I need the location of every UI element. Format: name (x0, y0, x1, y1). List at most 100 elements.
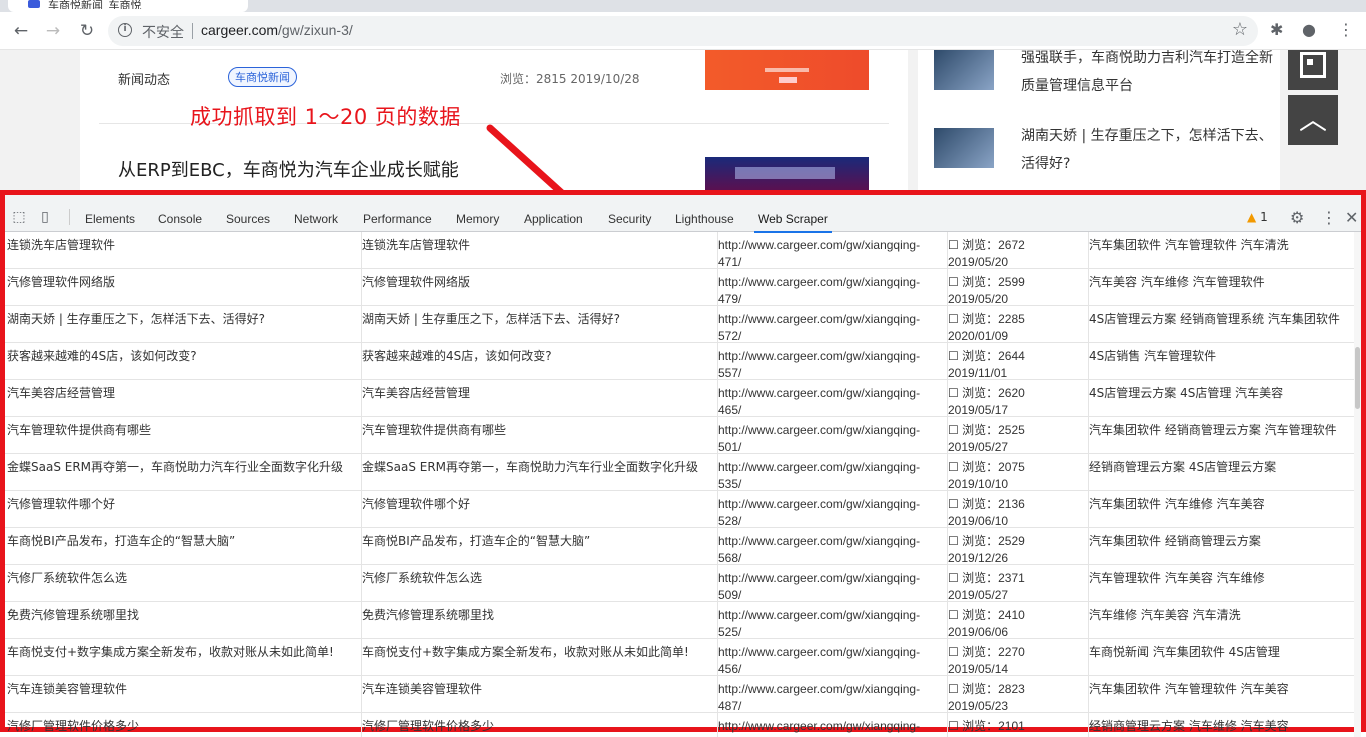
tab-network[interactable]: Network (294, 212, 338, 226)
tab-sources[interactable]: Sources (226, 212, 270, 226)
cell-title-dup: 汽修厂系统软件怎么选 (362, 571, 483, 585)
sidebar-item[interactable]: 湖南天娇 | 生存重压之下，怎样活下去、活得好? (934, 128, 1274, 188)
cell-url: http://www.cargeer.com/gw/xiangqing-487/ (718, 682, 921, 713)
cell-title: 金蝶SaaS ERM再夺第一，车商悦助力汽车行业全面数字化升级 (7, 460, 344, 474)
cell-title-dup: 汽修管理软件网络版 (362, 275, 471, 289)
table-row: 免费汽修管理系统哪里找 免费汽修管理系统哪里找 http://www.cargeer… (5, 602, 1355, 639)
cell-date: 2019/06/10 (948, 514, 1009, 528)
sidebar-item-title[interactable]: 强强联手，车商悦助力吉利汽车打造全新质量管理信息平台 (1021, 50, 1281, 100)
cell-tags: 汽车集团软件 汽车管理软件 汽车清洗 (1089, 238, 1289, 252)
cell-url: http://www.cargeer.com/gw/xiangqing-465/ (718, 386, 921, 417)
sidebar-thumbnail[interactable] (934, 50, 994, 90)
cell-views: ☐ 浏览：2136 (948, 497, 1025, 511)
inspect-element-icon[interactable]: ⬚ (11, 209, 27, 225)
cell-tags: 汽车维修 汽车美容 汽车清洗 (1089, 608, 1241, 622)
news-badge[interactable]: 车商悦新闻 (228, 67, 297, 87)
cell-views-date: ☐ 浏览：2371 2019/05/27 (948, 570, 1078, 604)
cell-title-dup: 汽车连锁美容管理软件 (362, 682, 483, 696)
reload-icon[interactable]: ↻ (76, 20, 98, 42)
qr-code-button[interactable] (1288, 50, 1338, 90)
cell-url: http://www.cargeer.com/gw/xiangqing-509/ (718, 571, 921, 602)
url-text[interactable]: cargeer.com/gw/zixun-3/ (201, 22, 353, 38)
info-icon[interactable]: i (118, 23, 132, 37)
table-row: 汽修厂系统软件怎么选 汽修厂系统软件怎么选 http://www.cargeer.c… (5, 565, 1355, 602)
cell-tags: 4S店管理云方案 经销商管理系统 汽车集团软件 (1089, 312, 1340, 326)
cell-tags: 4S店管理云方案 4S店管理 汽车美容 (1089, 386, 1284, 400)
address-bar[interactable]: i 不安全 cargeer.com/gw/zixun-3/ ☆ (108, 16, 1258, 46)
cell-title: 汽修管理软件网络版 (7, 275, 116, 289)
table-row: 汽车管理软件提供商有哪些 汽车管理软件提供商有哪些 http://www.carge… (5, 417, 1355, 454)
cell-views-date: ☐ 浏览：2620 2019/05/17 (948, 385, 1078, 419)
thumbnail-stage-shape (735, 167, 835, 179)
cell-date: 2019/05/23 (948, 699, 1009, 713)
cell-url: http://www.cargeer.com/gw/xiangqing-572/ (718, 312, 921, 343)
sidebar-item[interactable]: 强强联手，车商悦助力吉利汽车打造全新质量管理信息平台 (934, 50, 1274, 110)
news-thumbnail[interactable] (705, 50, 869, 90)
scraped-data-table: 汽修厂管理软件价格多少 汽修厂管理软件价格多少 http://www.cargeer… (5, 232, 1355, 737)
cell-tags: 汽车集团软件 汽车管理软件 汽车美容 (1089, 682, 1289, 696)
table-scrollbar[interactable] (1354, 232, 1361, 737)
warning-count: 1 (1260, 210, 1268, 224)
cell-tags: 经销商管理云方案 汽车维修 汽车美容 (1089, 719, 1289, 733)
profile-icon[interactable]: ● (1302, 20, 1316, 39)
extensions-icon[interactable]: ✱ (1270, 20, 1283, 39)
cell-title: 获客越来越难的4S店，该如何改变? (7, 349, 197, 363)
cell-views: ☐ 浏览：2101 (948, 719, 1025, 733)
sidebar-item-title[interactable]: 湖南天娇 | 生存重压之下，怎样活下去、活得好? (1021, 122, 1281, 178)
devtools-tabbar: ⬚ ▯ Elements Console Sources Network Per… (5, 195, 1361, 233)
cell-views-date: ☐ 浏览：2101 (948, 718, 1078, 735)
tab-memory[interactable]: Memory (456, 212, 499, 226)
url-path: /gw/zixun-3/ (278, 22, 353, 38)
tab-lighthouse[interactable]: Lighthouse (675, 212, 734, 226)
column-divider (361, 232, 362, 737)
table-row: 车商悦支付+数字集成方案全新发布，收款对账从未如此简单! 车商悦支付+数字集成方案… (5, 639, 1355, 676)
scrollbar-thumb[interactable] (1355, 347, 1360, 409)
menu-icon[interactable]: ⋮ (1338, 20, 1354, 39)
bookmark-star-icon[interactable]: ☆ (1232, 19, 1248, 40)
tab-application[interactable]: Application (524, 212, 583, 226)
thumbnail-caption-bar (765, 68, 809, 72)
tab-security[interactable]: Security (608, 212, 651, 226)
cell-title-dup: 汽修管理软件哪个好 (362, 497, 471, 511)
annotation-text: 成功抓取到 1～20 页的数据 (190, 105, 461, 129)
cell-title-dup: 车商悦BI产品发布，打造车企的“智慧大脑” (362, 534, 591, 548)
settings-gear-icon[interactable]: ⚙ (1290, 208, 1304, 227)
cell-title: 汽修厂系统软件怎么选 (7, 571, 128, 585)
warning-icon: ▲ (1247, 210, 1257, 224)
cell-url: http://www.cargeer.com/gw/xiangqing-456/ (718, 645, 921, 676)
back-to-top-icon[interactable]: ︿ (1288, 95, 1338, 145)
device-toolbar-icon[interactable]: ▯ (37, 209, 53, 225)
cell-views: ☐ 浏览：2285 (948, 312, 1025, 326)
more-options-icon[interactable]: ⋮ (1321, 208, 1337, 227)
cell-url: http://www.cargeer.com/gw/xiangqing- (718, 719, 921, 733)
close-devtools-icon[interactable]: ✕ (1345, 208, 1358, 227)
cell-views: ☐ 浏览：2823 (948, 682, 1025, 696)
table-row: 汽修厂管理软件价格多少 汽修厂管理软件价格多少 http://www.cargeer… (5, 713, 1355, 737)
cell-date: 2019/05/20 (948, 292, 1009, 306)
tab-performance[interactable]: Performance (363, 212, 432, 226)
browser-tab[interactable]: 车商悦新闻_车商悦 (8, 0, 248, 12)
tab-console[interactable]: Console (158, 212, 202, 226)
table-row: 获客越来越难的4S店，该如何改变? 获客越来越难的4S店，该如何改变? http:/… (5, 343, 1355, 380)
tab-elements[interactable]: Elements (85, 212, 135, 226)
forward-icon[interactable]: → (42, 20, 64, 42)
cell-tags: 4S店销售 汽车管理软件 (1089, 349, 1217, 363)
cell-title-dup: 车商悦支付+数字集成方案全新发布，收款对账从未如此简单! (362, 645, 689, 659)
cell-views: ☐ 浏览：2620 (948, 386, 1025, 400)
tab-web-scraper[interactable]: Web Scraper (754, 212, 832, 233)
cell-views-date: ☐ 浏览：2599 2019/05/20 (948, 274, 1078, 308)
table-row: 汽车连锁美容管理软件 汽车连锁美容管理软件 http://www.cargeer.c… (5, 676, 1355, 713)
cell-title-dup: 金蝶SaaS ERM再夺第一，车商悦助力汽车行业全面数字化升级 (362, 460, 699, 474)
cell-date: 2019/05/27 (948, 588, 1009, 602)
url-host: cargeer.com (201, 22, 279, 38)
article-title[interactable]: 从ERP到EBC，车商悦为汽车企业成长赋能 (118, 156, 459, 182)
cell-date: 2019/06/06 (948, 625, 1009, 639)
warnings-indicator[interactable]: ▲ 1 (1247, 210, 1268, 224)
cell-title: 湖南天娇 | 生存重压之下，怎样活下去、活得好? (7, 312, 266, 326)
sidebar-thumbnail[interactable] (934, 128, 994, 168)
back-icon[interactable]: ← (10, 20, 32, 42)
cell-views-date: ☐ 浏览：2672 2019/05/20 (948, 237, 1078, 271)
cell-views: ☐ 浏览：2672 (948, 238, 1025, 252)
article-thumbnail[interactable] (705, 157, 869, 190)
cell-tags: 汽车管理软件 汽车美容 汽车维修 (1089, 571, 1265, 585)
